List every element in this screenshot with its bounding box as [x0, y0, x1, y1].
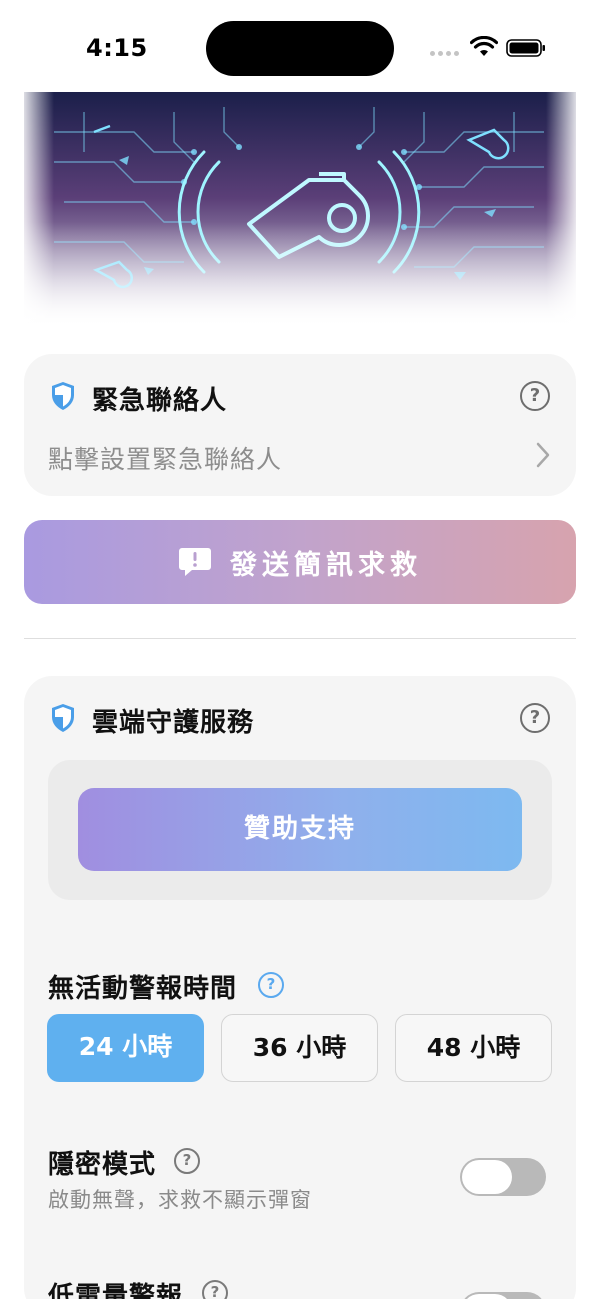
- sponsor-panel: 贊助支持: [48, 760, 552, 900]
- emergency-contacts-title: 緊急聯絡人: [92, 386, 228, 416]
- wifi-icon: [470, 36, 498, 56]
- cloud-guardian-title: 雲端守護服務: [92, 708, 255, 738]
- section-divider: [24, 638, 576, 639]
- sponsor-button[interactable]: 贊助支持: [78, 788, 522, 871]
- toggle-knob: [462, 1160, 512, 1194]
- status-time: 4:15: [86, 34, 148, 62]
- emergency-contacts-help-icon[interactable]: ?: [520, 381, 550, 411]
- cloud-guardian-help-icon[interactable]: ?: [520, 703, 550, 733]
- toggle-knob: [462, 1294, 512, 1299]
- send-sms-sos-button[interactable]: 發送簡訊求救: [24, 520, 576, 604]
- status-bar: 4:15: [0, 0, 600, 92]
- low-battery-help-icon[interactable]: ?: [202, 1280, 228, 1299]
- privacy-mode-help-icon[interactable]: ?: [174, 1148, 200, 1174]
- privacy-mode-description: 啟動無聲，求救不顯示彈窗: [48, 1188, 312, 1212]
- chevron-right-icon: [536, 442, 550, 468]
- inactivity-alert-label: 無活動警報時間: [48, 974, 238, 1004]
- send-sms-sos-label: 發送簡訊求救: [230, 549, 422, 581]
- emergency-contacts-card[interactable]: 緊急聯絡人 ? 點擊設置緊急聯絡人: [24, 354, 576, 496]
- inactivity-help-icon[interactable]: ?: [258, 972, 284, 998]
- inactivity-option-48h[interactable]: 48 小時: [395, 1014, 552, 1082]
- cellular-signal-icon: [430, 51, 459, 56]
- shield-icon: [52, 704, 74, 732]
- whistle-banner-image: [24, 92, 576, 328]
- set-emergency-contact-link[interactable]: 點擊設置緊急聯絡人: [48, 440, 282, 476]
- dynamic-island: [206, 21, 394, 76]
- low-battery-alert-label: 低電量警報: [48, 1282, 184, 1299]
- shield-icon: [52, 382, 74, 410]
- inactivity-option-24h[interactable]: 24 小時: [47, 1014, 204, 1082]
- inactivity-option-36h[interactable]: 36 小時: [221, 1014, 378, 1082]
- privacy-mode-toggle[interactable]: [460, 1158, 546, 1196]
- cloud-guardian-card: 雲端守護服務 ? 贊助支持 無活動警報時間 ? 24 小時 36 小時 48 小…: [24, 676, 576, 1299]
- message-alert-icon: [179, 548, 211, 576]
- battery-icon: [506, 39, 545, 57]
- privacy-mode-label: 隱密模式: [48, 1150, 157, 1180]
- low-battery-toggle[interactable]: [460, 1292, 546, 1299]
